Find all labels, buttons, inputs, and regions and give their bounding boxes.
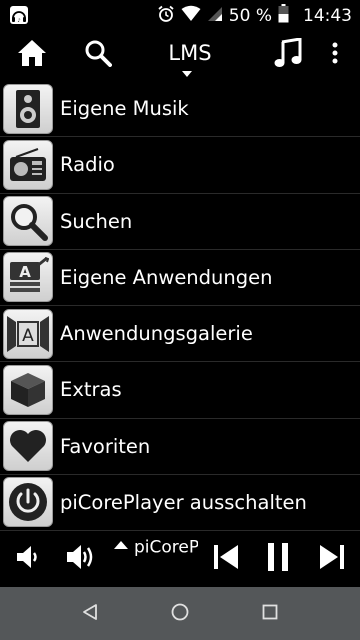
menu-item-favorites[interactable]: Favoriten (0, 419, 360, 475)
previous-track-button[interactable] (206, 531, 246, 587)
now-playing-track[interactable]: piCorePlayer ausschalten (114, 537, 198, 561)
back-triangle-icon (81, 603, 99, 625)
menu-item-label: Eigene Anwendungen (60, 265, 273, 289)
home-circle-icon (171, 603, 189, 625)
magnifier-icon (3, 196, 53, 247)
menu-item-search[interactable]: Suchen (0, 194, 360, 250)
volume-up-button[interactable] (60, 531, 104, 587)
recents-button[interactable] (240, 587, 300, 640)
wifi-icon (181, 5, 201, 26)
menu-item-label: Radio (60, 153, 115, 177)
menu-item-radio[interactable]: Radio (0, 137, 360, 194)
home-menu-list: Eigene Musik Radio Suchen A Eigene Anwen… (0, 81, 360, 531)
volume-low-icon (15, 544, 41, 574)
menu-item-my-apps[interactable]: A Eigene Anwendungen (0, 250, 360, 306)
next-track-button[interactable] (312, 531, 352, 587)
clock: 14:43 (303, 5, 352, 26)
music-note-icon (274, 37, 302, 72)
battery-icon (278, 4, 289, 27)
heart-icon (3, 421, 53, 472)
status-bar: ♪ 50 % 14:43 (0, 0, 360, 30)
skip-previous-icon (212, 543, 240, 575)
radio-icon (3, 139, 53, 190)
battery-percent: 50 % (228, 5, 272, 26)
volume-down-button[interactable] (8, 531, 48, 587)
cube-icon (3, 364, 53, 415)
overflow-menu-button[interactable] (322, 30, 348, 80)
power-icon (3, 477, 53, 528)
menu-item-app-gallery[interactable]: A Anwendungsgalerie (0, 306, 360, 363)
pause-button[interactable] (258, 531, 298, 587)
menu-item-label: Eigene Musik (60, 97, 189, 121)
menu-item-label: Extras (60, 378, 122, 402)
svg-text:A: A (22, 326, 34, 346)
more-vertical-icon (332, 42, 338, 68)
cell-signal-icon (207, 6, 223, 26)
volume-high-icon (65, 542, 99, 576)
server-selector[interactable]: LMS (150, 30, 230, 80)
home-system-button[interactable] (150, 587, 210, 640)
back-button[interactable] (60, 587, 120, 640)
menu-item-power-off[interactable]: piCorePlayer ausschalten (0, 475, 360, 531)
menu-item-extras[interactable]: Extras (0, 362, 360, 419)
menu-item-label: Favoriten (60, 434, 151, 458)
search-button[interactable] (76, 30, 120, 80)
alarm-icon (157, 5, 175, 27)
server-title: LMS (168, 41, 212, 65)
menu-item-label: Anwendungsgalerie (60, 322, 253, 346)
notification-icon: ♪ (9, 5, 29, 29)
svg-text:A: A (19, 263, 31, 281)
pause-icon (265, 542, 291, 576)
track-title: piCorePlayer ausschalten (134, 537, 198, 558)
app-gallery-icon: A (3, 308, 53, 359)
now-playing-button[interactable] (268, 30, 308, 80)
home-icon (17, 38, 47, 72)
search-icon (84, 39, 112, 71)
menu-item-my-music[interactable]: Eigene Musik (0, 81, 360, 138)
expand-caret-icon (114, 540, 128, 549)
system-navigation-bar (0, 587, 360, 640)
skip-next-icon (318, 543, 346, 575)
svg-text:♪: ♪ (17, 18, 20, 24)
menu-item-label: Suchen (60, 209, 133, 233)
menu-item-label: piCorePlayer ausschalten (60, 490, 307, 514)
dropdown-caret-icon (182, 71, 192, 77)
my-apps-icon: A (3, 252, 53, 303)
top-toolbar: LMS (0, 30, 360, 80)
now-playing-bar: piCorePlayer ausschalten (0, 531, 360, 587)
recents-square-icon (262, 604, 278, 624)
speaker-icon (3, 83, 53, 134)
home-button[interactable] (10, 30, 54, 80)
